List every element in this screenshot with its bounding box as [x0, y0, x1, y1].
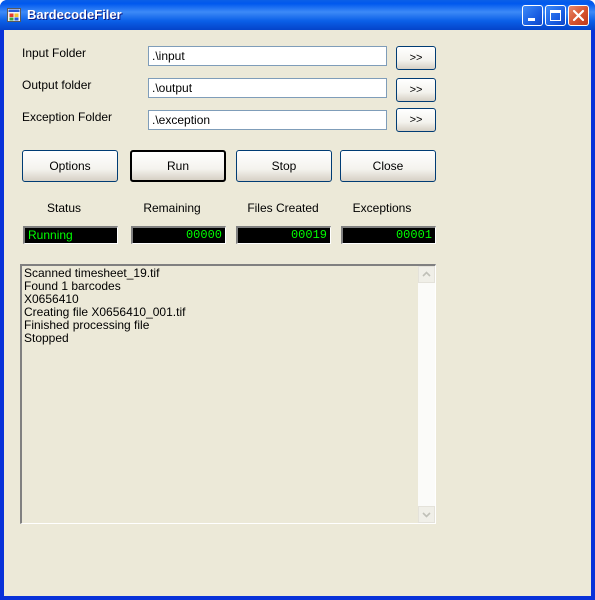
window-title: BardecodeFiler [27, 7, 122, 22]
options-button[interactable]: Options [22, 150, 118, 182]
scroll-down-button[interactable] [418, 506, 435, 523]
input-folder-label: Input Folder [22, 46, 87, 60]
remaining-label: Remaining [143, 201, 201, 215]
minimize-button[interactable] [522, 5, 543, 26]
scroll-down-arrow-icon [422, 512, 431, 518]
run-button[interactable]: Run [130, 150, 226, 182]
maximize-button[interactable] [545, 5, 566, 26]
close-button[interactable]: Close [340, 150, 436, 182]
stop-button[interactable]: Stop [236, 150, 332, 182]
exception-folder-label: Exception Folder [22, 110, 113, 124]
exceptions-value: 00001 [341, 226, 436, 244]
log-lines: Scanned timesheet_19.tif Found 1 barcode… [24, 267, 417, 345]
log-output[interactable]: Scanned timesheet_19.tif Found 1 barcode… [20, 264, 436, 524]
app-window-icon[interactable] [7, 8, 21, 22]
status-label: Status [46, 201, 82, 215]
client-area: Input Folder >> Output folder >> Excepti… [4, 30, 591, 596]
files-created-value: 00019 [236, 226, 331, 244]
close-icon [572, 9, 585, 22]
log-line: Found 1 barcodes [24, 279, 121, 293]
app-window: BardecodeFiler Input Folder >> Output fo… [0, 0, 595, 600]
log-line: Finished processing file [24, 318, 150, 332]
log-vertical-scrollbar[interactable] [418, 266, 435, 523]
browse-exception-button[interactable]: >> [396, 108, 436, 132]
browse-output-button[interactable]: >> [396, 78, 436, 102]
scroll-up-arrow-icon [422, 271, 431, 277]
remaining-value: 00000 [131, 226, 226, 244]
minimize-icon [528, 18, 535, 21]
output-folder-field[interactable] [148, 78, 387, 98]
input-folder-field[interactable] [148, 46, 387, 66]
exceptions-label: Exceptions [352, 201, 412, 215]
close-window-button[interactable] [568, 5, 589, 26]
browse-input-button[interactable]: >> [396, 46, 436, 70]
log-line: Stopped [24, 331, 69, 345]
title-bar[interactable]: BardecodeFiler [0, 0, 595, 30]
exception-folder-field[interactable] [148, 110, 387, 130]
output-folder-label: Output folder [22, 78, 92, 92]
maximize-icon [550, 10, 561, 21]
files-created-label: Files Created [247, 201, 319, 215]
status-value: Running [23, 226, 118, 244]
scroll-up-button[interactable] [418, 266, 435, 283]
